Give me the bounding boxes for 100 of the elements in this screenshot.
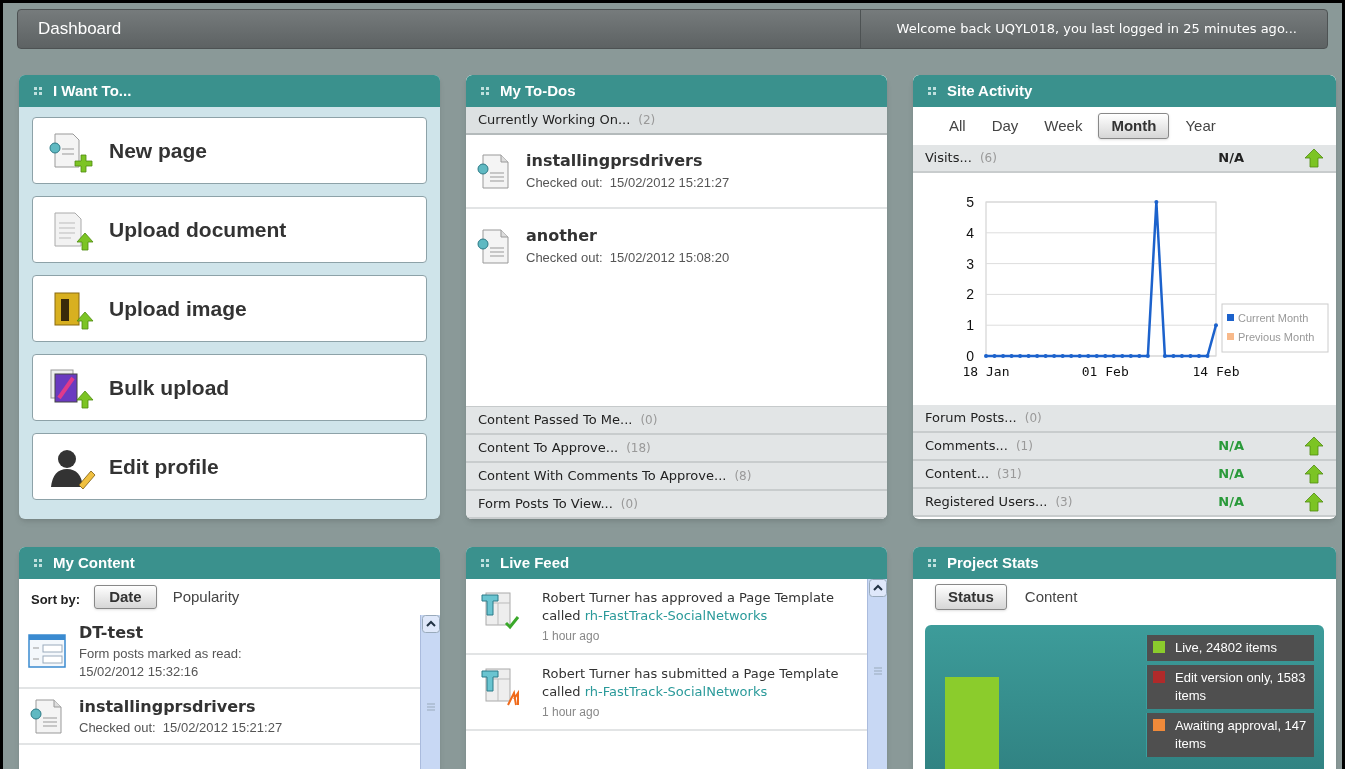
section-header[interactable]: Forum Posts... (0) — [913, 405, 1336, 433]
y-tick-label: 2 — [965, 286, 974, 303]
section-header[interactable]: Visits... (6) N/A — [913, 145, 1336, 173]
grip-icon — [33, 558, 43, 568]
scrollbar[interactable] — [867, 579, 887, 769]
action-button[interactable]: Bulk upload — [32, 354, 427, 421]
panel-title: Site Activity — [947, 80, 1033, 101]
item-title: installingprsdrivers — [79, 696, 257, 718]
x-tick-label: 14 Feb — [1192, 364, 1239, 379]
item-detail: Checked out: 15/02/2012 15:21:27 — [79, 719, 283, 737]
data-point — [1068, 354, 1073, 358]
grip-icon — [927, 86, 937, 96]
panel-title: Live Feed — [500, 552, 570, 573]
panel-title: Project Stats — [947, 552, 1039, 573]
section-label: Comments... — [925, 437, 1008, 456]
tab[interactable]: Week — [1034, 113, 1093, 139]
section-count: (0) — [640, 412, 658, 429]
data-point — [1205, 354, 1209, 358]
todo-item[interactable]: installingprsdrivers Checked out: 15/02/2012 15:21:27 — [466, 135, 887, 209]
section-count: (0) — [620, 496, 638, 513]
section-header[interactable]: Form Posts To View... (0) — [466, 491, 887, 519]
section-header[interactable]: Registered Users... (3) N/A — [913, 489, 1336, 517]
action-button[interactable]: New page — [32, 117, 427, 184]
scroll-up-icon[interactable] — [868, 579, 887, 597]
section-label: Content Passed To Me... — [478, 411, 633, 430]
data-point — [983, 354, 988, 358]
up-arrow-icon — [1304, 436, 1324, 456]
legend-label: Previous Month — [1237, 331, 1314, 343]
grip-icon — [480, 86, 490, 96]
up-arrow-icon — [1304, 148, 1324, 168]
action-button[interactable]: Edit profile — [32, 433, 427, 500]
section-label: Registered Users... — [925, 493, 1048, 512]
stat-value: N/A — [1218, 437, 1244, 456]
section-count: (6) — [979, 150, 997, 167]
section-header[interactable]: Content Passed To Me... (0) — [466, 407, 887, 435]
data-point — [1009, 354, 1014, 358]
section-header[interactable]: Content To Approve... (18) — [466, 435, 887, 463]
section-header[interactable]: Content With Comments To Approve... (8) — [466, 463, 887, 491]
section-label: Currently Working On... — [478, 111, 631, 130]
y-tick-label: 5 — [965, 194, 974, 210]
grip-icon — [927, 558, 937, 568]
sort-option[interactable]: Date — [94, 585, 157, 609]
section-header[interactable]: Comments... (1) N/A — [913, 433, 1336, 461]
section-label: Content With Comments To Approve... — [478, 467, 727, 486]
data-point — [1085, 354, 1090, 358]
y-tick-label: 0 — [965, 348, 974, 364]
data-point — [1162, 354, 1167, 358]
stat-value: N/A — [1218, 493, 1244, 512]
feed-time: 1 hour ago — [542, 704, 601, 721]
section-count: (2) — [638, 112, 656, 129]
data-point — [1128, 354, 1133, 358]
scroll-grip-icon — [426, 703, 435, 711]
feed-item[interactable]: Robert Turner has approved a Page Template called rh-FastTrack-SocialNetworks 1 hour ago — [466, 579, 867, 655]
up-arrow-icon — [1304, 464, 1324, 484]
legend-label: Current Month — [1237, 312, 1308, 324]
tab[interactable]: All — [939, 113, 976, 139]
data-point — [1034, 354, 1039, 358]
data-point — [1026, 354, 1031, 358]
section-label: Visits... — [925, 149, 972, 168]
scrollbar[interactable] — [420, 615, 440, 769]
tab[interactable]: Day — [981, 113, 1029, 139]
section-header[interactable]: Content... (31) N/A — [913, 461, 1336, 489]
grip-icon — [480, 558, 490, 568]
data-point — [1017, 354, 1022, 358]
scroll-up-icon[interactable] — [421, 615, 440, 633]
section-count: (1) — [1015, 438, 1033, 455]
todo-item[interactable]: another Checked out: 15/02/2012 15:08:20 — [466, 209, 887, 283]
tab[interactable]: Month — [1098, 113, 1170, 139]
data-point — [1000, 354, 1005, 358]
tab[interactable]: Status — [935, 584, 1007, 610]
section-header[interactable]: Currently Working On... (2) — [466, 107, 887, 135]
y-tick-label: 4 — [965, 224, 974, 241]
data-point — [992, 354, 996, 358]
feed-item[interactable]: Robert Turner has submitted a Page Template called rh-FastTrack-SocialNetworks 1 hour ago — [466, 655, 867, 731]
y-tick-label: 1 — [965, 317, 974, 334]
item-detail: Checked out: 15/02/2012 15:21:27 — [526, 174, 730, 193]
grip-icon — [33, 86, 43, 96]
tab[interactable]: Content — [1014, 584, 1088, 610]
template-link[interactable]: rh-FastTrack-SocialNetworks — [584, 684, 768, 699]
sort-option[interactable]: Popularity — [170, 585, 242, 609]
data-point — [1213, 323, 1218, 328]
scroll-grip-icon — [873, 667, 882, 675]
page-title: Dashboard — [37, 18, 123, 41]
section-count: (18) — [626, 440, 651, 457]
action-button[interactable]: Upload image — [32, 275, 427, 342]
section-count: (8) — [734, 468, 752, 485]
data-point — [1043, 354, 1048, 358]
action-button[interactable]: Upload document — [32, 196, 427, 263]
template-link[interactable]: rh-FastTrack-SocialNetworks — [584, 608, 768, 623]
feed-message: Robert Turner has submitted a Page Template called rh-FastTrack-SocialNetworks — [542, 665, 840, 701]
data-point — [1111, 354, 1116, 358]
section-count: (31) — [997, 466, 1022, 483]
welcome-message: Welcome back UQYL018, you last logged in 25 minutes ago... — [859, 10, 1327, 48]
tab[interactable]: Year — [1175, 113, 1226, 139]
legend-label: Edit version only, 1583 items — [1175, 669, 1307, 705]
item-detail: Checked out: 15/02/2012 15:08:20 — [526, 249, 730, 268]
content-item[interactable]: installingprsdrivers Checked out: 15/02/2012 15:21:27 — [19, 689, 420, 745]
data-point — [1136, 354, 1141, 358]
content-item[interactable]: DT-test Form posts marked as read: 15/02/2012 15:32:16 — [19, 615, 420, 689]
sort-label: Sort by: — [31, 591, 81, 610]
